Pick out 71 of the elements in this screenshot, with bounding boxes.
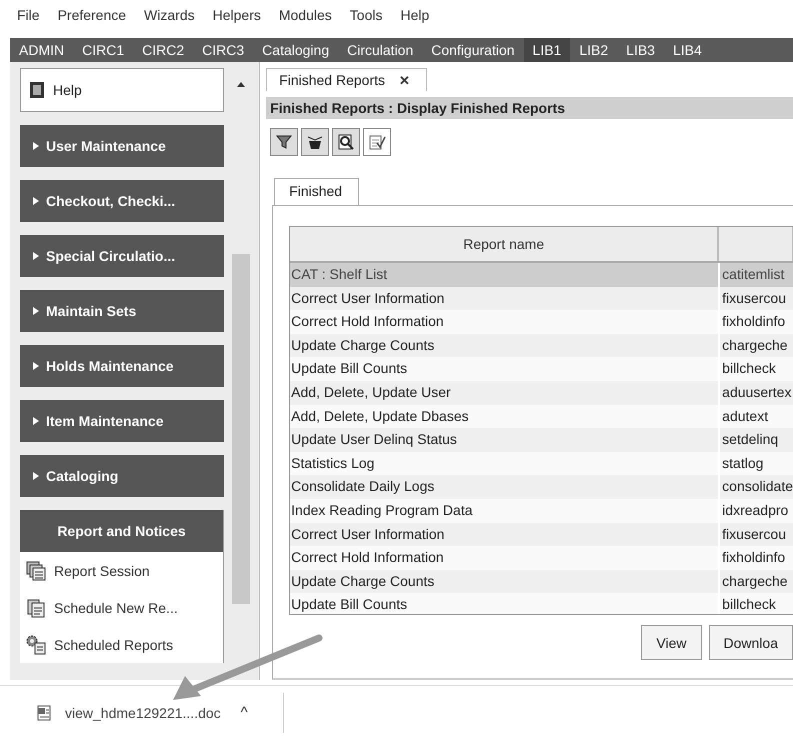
module-tab[interactable]: Configuration bbox=[422, 38, 524, 62]
table-cell-text: CAT : Shelf List bbox=[290, 265, 388, 284]
table-cell-text: Update Bill Counts bbox=[290, 595, 408, 614]
expand-arrow-icon bbox=[32, 471, 40, 481]
expand-arrow-icon bbox=[32, 196, 40, 206]
menu-item[interactable]: File bbox=[8, 7, 49, 23]
action-button[interactable]: Downloa bbox=[708, 625, 793, 660]
sidebar-group[interactable]: Holds Maintenance bbox=[20, 345, 224, 387]
menu-item[interactable]: Modules bbox=[270, 7, 341, 23]
module-tab[interactable]: Circulation bbox=[338, 38, 422, 62]
help-book-icon bbox=[29, 81, 45, 99]
gears-document-icon bbox=[26, 634, 46, 654]
funnel-tool-icon[interactable] bbox=[270, 128, 298, 156]
action-button[interactable]: View bbox=[641, 625, 702, 660]
menu-item[interactable]: Tools bbox=[340, 7, 392, 23]
magnifier-tool-icon[interactable] bbox=[332, 128, 360, 156]
checklist-tool-icon[interactable] bbox=[363, 128, 392, 156]
module-tab[interactable]: LIB2 bbox=[570, 38, 618, 62]
module-tab[interactable]: LIB4 bbox=[664, 38, 711, 62]
table-cell-text: Add, Delete, Update Dbases bbox=[290, 406, 470, 426]
expand-arrow-icon bbox=[32, 306, 40, 316]
sidebar-group[interactable]: Checkout, Checki... bbox=[20, 180, 224, 222]
expand-arrow-icon bbox=[32, 361, 40, 371]
table-cell-text: Correct User Information bbox=[290, 524, 446, 544]
scroll-up-icon[interactable] bbox=[236, 80, 246, 88]
stacked-pages-icon bbox=[26, 560, 46, 580]
menu-item[interactable]: Help bbox=[391, 7, 438, 23]
panel-title: Finished Reports : Display Finished Reports bbox=[266, 97, 793, 119]
table-cell-text: Correct Hold Information bbox=[290, 312, 445, 332]
table-cell-text: Update User Delinq Status bbox=[290, 430, 458, 450]
table-cell-text: Add, Delete, Update User bbox=[290, 382, 452, 402]
table-cell-text: Update Charge Counts bbox=[290, 336, 436, 355]
sidebar-group[interactable]: Report and Notices bbox=[20, 510, 223, 552]
sidebar-item[interactable]: Report Session bbox=[20, 552, 223, 589]
word-document-icon bbox=[37, 704, 51, 720]
sidebar-item[interactable]: Scheduled Reports bbox=[20, 626, 223, 663]
sidebar-group[interactable]: Special Circulatio... bbox=[20, 235, 224, 277]
module-tab[interactable]: CIRC1 bbox=[73, 38, 134, 62]
expand-arrow-icon bbox=[32, 416, 40, 426]
expand-arrow-icon bbox=[32, 251, 40, 261]
menu-item[interactable]: Wizards bbox=[135, 7, 204, 23]
finished-tab[interactable]: Finished bbox=[274, 178, 360, 205]
table-cell: billcheck bbox=[718, 593, 793, 614]
close-icon[interactable]: ✕ bbox=[399, 72, 410, 88]
table-cell-text: Update Charge Counts bbox=[290, 572, 436, 591]
module-tab[interactable]: CIRC3 bbox=[193, 38, 254, 62]
module-tab[interactable]: Cataloging bbox=[253, 38, 338, 62]
sidebar-group[interactable]: Item Maintenance bbox=[20, 400, 224, 442]
expand-arrow-icon bbox=[32, 141, 40, 151]
menu-item[interactable]: Preference bbox=[48, 7, 136, 23]
menu-item[interactable]: Helpers bbox=[204, 7, 270, 23]
module-tab[interactable]: LIB3 bbox=[617, 38, 664, 62]
table-cell-text: Update Bill Counts bbox=[290, 359, 408, 378]
sidebar-item[interactable]: Schedule New Re... bbox=[20, 589, 223, 626]
sidebar-group[interactable]: Maintain Sets bbox=[20, 290, 224, 332]
table-cell-text: Correct User Information bbox=[290, 288, 446, 308]
table-cell-text: Consolidate Daily Logs bbox=[290, 477, 436, 496]
help-item[interactable]: Help bbox=[20, 68, 224, 112]
module-tab[interactable]: ADMIN bbox=[10, 38, 74, 62]
module-tab[interactable]: LIB1 bbox=[524, 38, 570, 62]
table-cell-text: Correct Hold Information bbox=[290, 548, 445, 568]
sidebar-group[interactable]: Cataloging bbox=[20, 455, 224, 497]
sidebar-group[interactable]: User Maintenance bbox=[20, 125, 224, 167]
caret-icon[interactable]: ^ bbox=[240, 704, 248, 721]
module-tab[interactable]: CIRC2 bbox=[133, 38, 194, 62]
scrollbar-thumb[interactable] bbox=[232, 254, 250, 604]
table-cell-text: Index Reading Program Data bbox=[290, 500, 474, 520]
document-stack-icon bbox=[26, 598, 46, 618]
hat-tool-icon[interactable] bbox=[301, 128, 330, 156]
document-tab[interactable]: Finished Reports ✕ bbox=[266, 68, 427, 91]
table-cell-text: Statistics Log bbox=[290, 454, 376, 473]
